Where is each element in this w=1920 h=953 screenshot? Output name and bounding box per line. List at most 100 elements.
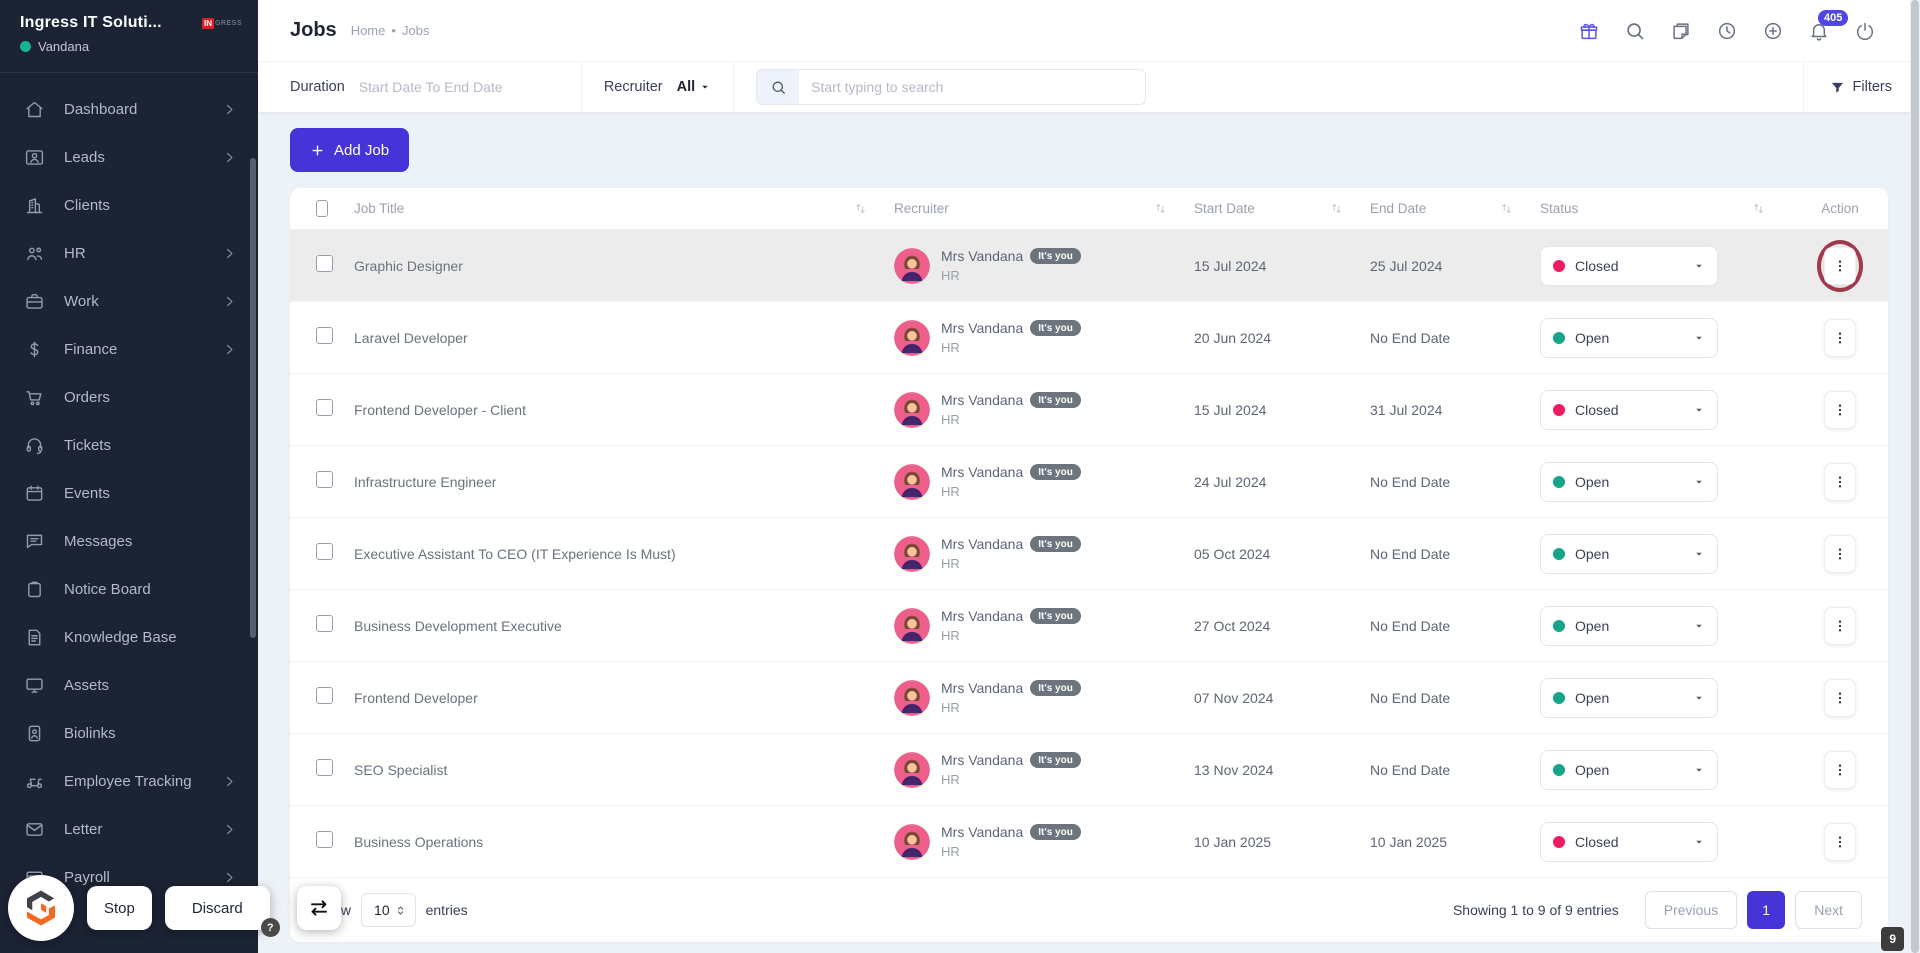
job-title-cell[interactable]: Graphic Designer xyxy=(354,258,894,274)
sidebar-item-dashboard[interactable]: Dashboard xyxy=(0,85,258,133)
sidebar-item-knowledge-base[interactable]: Knowledge Base xyxy=(0,613,258,661)
column-header-recruiter[interactable]: Recruiter xyxy=(894,201,1194,216)
avatar[interactable] xyxy=(894,680,930,716)
avatar[interactable] xyxy=(894,824,930,860)
row-actions-button[interactable] xyxy=(1824,750,1856,789)
row-checkbox[interactable] xyxy=(316,326,333,344)
job-title-cell[interactable]: Infrastructure Engineer xyxy=(354,474,894,490)
row-checkbox[interactable] xyxy=(316,470,333,488)
sort-icon[interactable] xyxy=(1499,201,1514,216)
duration-range-input[interactable] xyxy=(358,79,559,95)
filters-button[interactable]: Filters xyxy=(1802,62,1892,112)
swap-button[interactable] xyxy=(296,886,341,930)
row-checkbox[interactable] xyxy=(316,830,333,848)
job-title-cell[interactable]: Business Operations xyxy=(354,834,894,850)
row-actions-button[interactable] xyxy=(1824,678,1856,717)
avatar[interactable] xyxy=(894,536,930,572)
sidebar-item-orders[interactable]: Orders xyxy=(0,373,258,421)
sidebar-item-events[interactable]: Events xyxy=(0,469,258,517)
sort-icon[interactable] xyxy=(1329,201,1344,216)
breadcrumb-home[interactable]: Home xyxy=(351,23,386,38)
sort-icon[interactable] xyxy=(1751,201,1766,216)
sidebar-item-employee-tracking[interactable]: Employee Tracking xyxy=(0,757,258,805)
row-checkbox[interactable] xyxy=(316,686,333,704)
org-name[interactable]: Ingress IT Soluti... xyxy=(20,14,162,32)
row-checkbox[interactable] xyxy=(316,254,333,272)
job-title-cell[interactable]: Laravel Developer xyxy=(354,330,894,346)
row-actions-button[interactable] xyxy=(1824,390,1856,429)
user-row[interactable]: Vandana xyxy=(20,39,162,54)
sidebar-item-work[interactable]: Work xyxy=(0,277,258,325)
row-checkbox[interactable] xyxy=(316,758,333,776)
sidebar-item-letter[interactable]: Letter xyxy=(0,805,258,853)
row-actions-button[interactable] xyxy=(1824,246,1856,285)
recruiter-dropdown[interactable]: All xyxy=(677,79,712,95)
previous-page-button[interactable]: Previous xyxy=(1644,891,1738,929)
job-title-cell[interactable]: Business Development Executive xyxy=(354,618,894,634)
avatar[interactable] xyxy=(894,464,930,500)
job-title-cell[interactable]: Frontend Developer - Client xyxy=(354,402,894,418)
page-scrollbar[interactable] xyxy=(1910,0,1920,953)
status-dropdown[interactable]: Open xyxy=(1540,533,1718,574)
gift-icon[interactable] xyxy=(1578,20,1600,42)
power-icon[interactable] xyxy=(1854,20,1876,42)
add-job-button[interactable]: Add Job xyxy=(290,128,410,172)
column-header-status[interactable]: Status xyxy=(1540,201,1792,216)
avatar[interactable] xyxy=(894,320,930,356)
row-actions-button[interactable] xyxy=(1824,606,1856,645)
job-title-cell[interactable]: Frontend Developer xyxy=(354,690,894,706)
app-logo[interactable] xyxy=(8,875,74,941)
row-actions-button[interactable] xyxy=(1824,462,1856,501)
sidebar-item-messages[interactable]: Messages xyxy=(0,517,258,565)
row-actions-button[interactable] xyxy=(1824,318,1856,357)
avatar[interactable] xyxy=(894,392,930,428)
sidebar-item-assets[interactable]: Assets xyxy=(0,661,258,709)
status-dropdown[interactable]: Open xyxy=(1540,749,1718,790)
row-actions-button[interactable] xyxy=(1824,534,1856,573)
status-dropdown[interactable]: Closed xyxy=(1540,389,1718,430)
row-actions-button[interactable] xyxy=(1824,822,1856,861)
avatar[interactable] xyxy=(894,608,930,644)
column-header-job-title[interactable]: Job Title xyxy=(354,201,894,216)
page-size-select[interactable]: 10 xyxy=(361,893,416,927)
sidebar-item-tickets[interactable]: Tickets xyxy=(0,421,258,469)
history-icon[interactable] xyxy=(1716,20,1738,42)
row-checkbox[interactable] xyxy=(316,542,333,560)
quick-add-icon[interactable] xyxy=(1762,20,1784,42)
select-all-checkbox[interactable] xyxy=(316,200,328,217)
sidebar-item-leads[interactable]: Leads xyxy=(0,133,258,181)
help-badge[interactable]: ? xyxy=(260,918,280,937)
sort-icon[interactable] xyxy=(853,201,868,216)
stop-button[interactable]: Stop xyxy=(87,886,152,930)
sidebar-item-biolinks[interactable]: Biolinks xyxy=(0,709,258,757)
search-input[interactable] xyxy=(799,79,1146,95)
sidebar-item-finance[interactable]: Finance xyxy=(0,325,258,373)
status-dropdown[interactable]: Open xyxy=(1540,461,1718,502)
notes-icon[interactable] xyxy=(1670,20,1692,42)
status-dropdown[interactable]: Open xyxy=(1540,605,1718,646)
job-title-cell[interactable]: SEO Specialist xyxy=(354,762,894,778)
discard-button[interactable]: Discard xyxy=(164,886,270,930)
job-title-cell[interactable]: Executive Assistant To CEO (IT Experienc… xyxy=(354,546,894,562)
column-header-end-date[interactable]: End Date xyxy=(1370,201,1540,216)
status-dropdown[interactable]: Closed xyxy=(1540,821,1718,862)
sort-icon[interactable] xyxy=(1153,201,1168,216)
sidebar-item-hr[interactable]: HR xyxy=(0,229,258,277)
row-checkbox[interactable] xyxy=(316,398,333,416)
next-page-button[interactable]: Next xyxy=(1795,891,1862,929)
sidebar-item-notice-board[interactable]: Notice Board xyxy=(0,565,258,613)
avatar[interactable] xyxy=(894,248,930,284)
column-header-start-date[interactable]: Start Date xyxy=(1194,201,1370,216)
status-dropdown[interactable]: Closed xyxy=(1540,245,1718,286)
scrollbar-thumb[interactable] xyxy=(1911,0,1919,953)
status-dropdown[interactable]: Open xyxy=(1540,677,1718,718)
sidebar-item-clients[interactable]: Clients xyxy=(0,181,258,229)
sidebar-scrollbar[interactable] xyxy=(250,158,256,638)
row-checkbox[interactable] xyxy=(316,614,333,632)
corner-count-badge[interactable]: 9 xyxy=(1881,927,1904,951)
avatar[interactable] xyxy=(894,752,930,788)
bell-icon[interactable]: 405 xyxy=(1808,9,1849,42)
status-dropdown[interactable]: Open xyxy=(1540,317,1718,358)
search-icon[interactable] xyxy=(1624,20,1646,42)
current-page-button[interactable]: 1 xyxy=(1747,891,1786,929)
